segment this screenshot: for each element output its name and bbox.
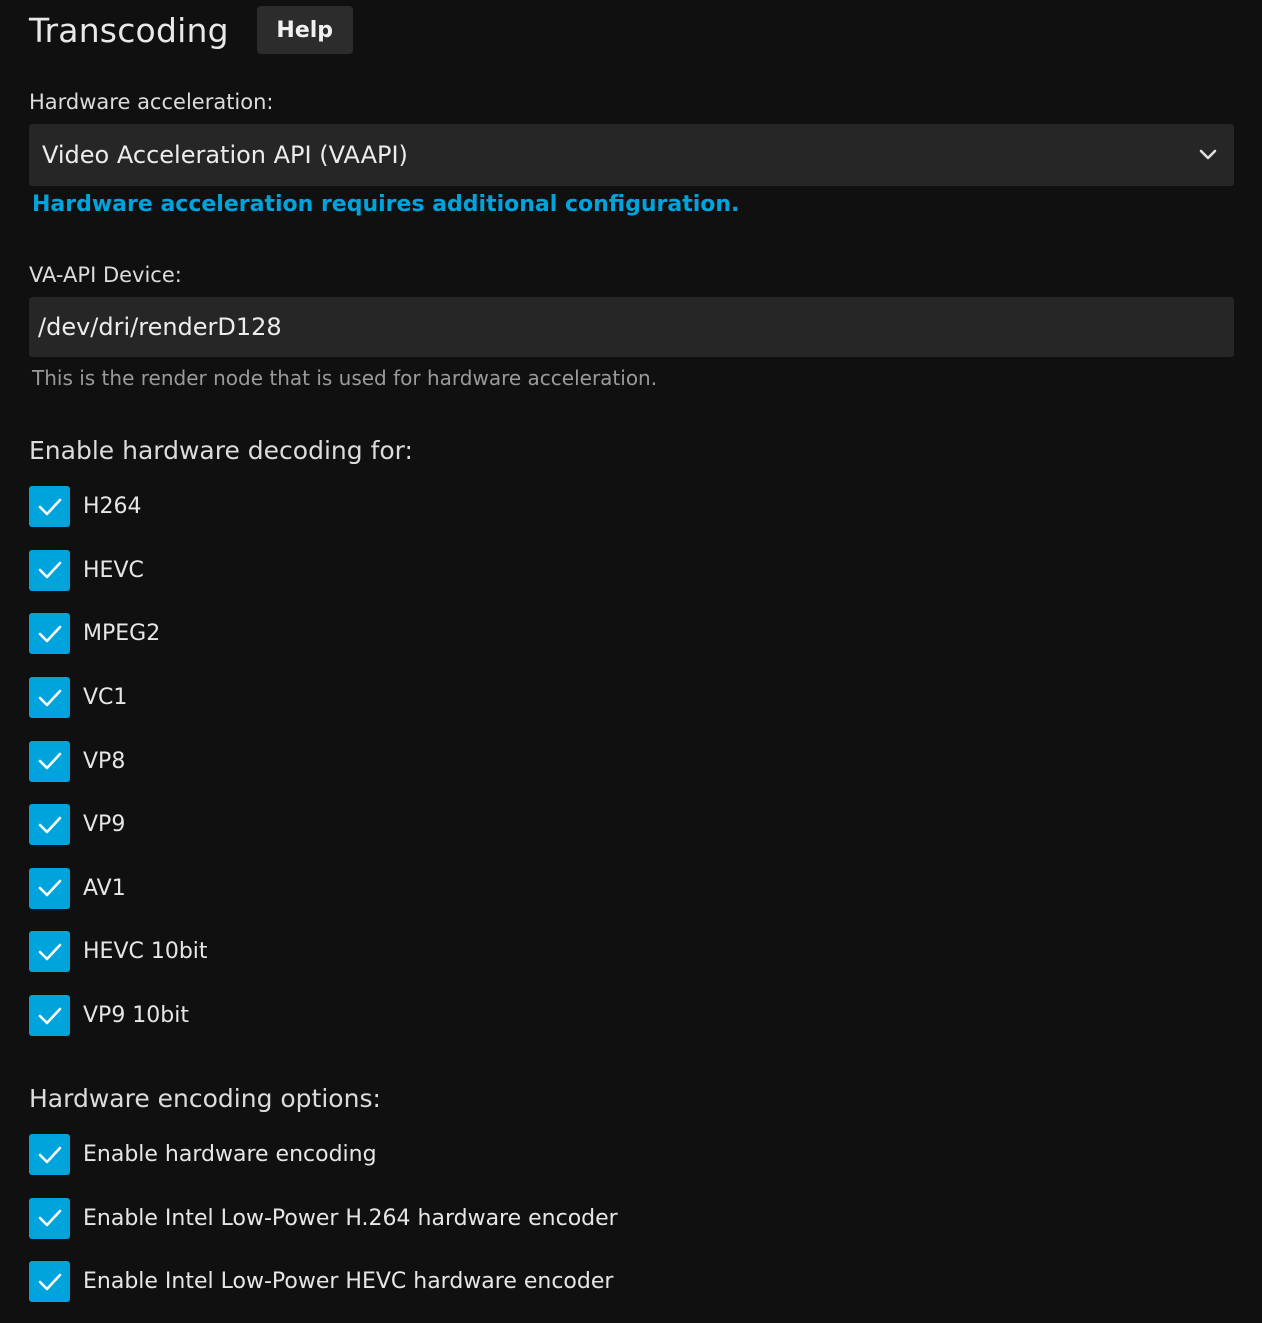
checkbox-label: HEVC xyxy=(83,557,144,583)
check-icon xyxy=(38,689,61,706)
checkbox[interactable] xyxy=(29,867,70,909)
checkbox[interactable] xyxy=(29,1261,70,1303)
decoding-checkbox-hevc[interactable]: HEVC xyxy=(29,539,208,603)
checkbox-label: Enable Intel Low-Power HEVC hardware enc… xyxy=(83,1269,614,1295)
check-icon xyxy=(38,752,61,770)
transcoding-page: Transcoding Help Hardware acceleration: … xyxy=(0,0,1262,1323)
page-header: Transcoding Help xyxy=(29,6,353,54)
decoding-checkbox-av1[interactable]: AV1 xyxy=(29,857,208,921)
decoding-checkbox-mpeg2[interactable]: MPEG2 xyxy=(29,602,208,666)
checkbox-label: VP9 10bit xyxy=(83,1003,190,1029)
hardware-acceleration-config-link[interactable]: Hardware acceleration requires additiona… xyxy=(32,192,739,217)
check-icon xyxy=(38,1273,61,1291)
hardware-acceleration-select[interactable]: Video Acceleration API (VAAPI) xyxy=(29,124,1234,186)
check-icon xyxy=(38,1210,61,1227)
checkbox-label: H264 xyxy=(83,494,142,520)
checkbox[interactable] xyxy=(29,1197,70,1239)
decoding-checkbox-vp9-10bit[interactable]: VP9 10bit xyxy=(29,984,208,1048)
vaapi-device-input[interactable] xyxy=(29,297,1234,357)
checkbox-label: VC1 xyxy=(83,685,128,711)
page-title: Transcoding xyxy=(29,10,229,50)
checkbox-label: VP9 xyxy=(83,812,126,838)
hardware-acceleration-selected-value: Video Acceleration API (VAAPI) xyxy=(42,141,408,169)
vaapi-device-description: This is the render node that is used for… xyxy=(32,366,658,390)
checkbox[interactable] xyxy=(29,613,70,655)
checkbox-label: MPEG2 xyxy=(83,621,161,647)
checkbox[interactable] xyxy=(29,804,70,846)
decoding-checkbox-hevc-10bit[interactable]: HEVC 10bit xyxy=(29,920,208,984)
decoding-checkbox-vp9[interactable]: VP9 xyxy=(29,793,208,857)
decoding-checkbox-vp8[interactable]: VP8 xyxy=(29,729,208,793)
chevron-down-icon xyxy=(1199,149,1217,160)
hardware-acceleration-label: Hardware acceleration: xyxy=(29,90,274,114)
checkbox-label: AV1 xyxy=(83,875,126,901)
vaapi-device-label: VA-API Device: xyxy=(29,263,182,287)
checkbox[interactable] xyxy=(29,1134,70,1176)
checkbox-label: VP8 xyxy=(83,748,126,774)
check-icon xyxy=(38,943,61,961)
checkbox-label: Enable hardware encoding xyxy=(83,1142,377,1168)
checkbox[interactable] xyxy=(29,995,70,1037)
check-icon xyxy=(38,498,61,516)
decoding-section-heading: Enable hardware decoding for: xyxy=(29,436,413,465)
check-icon xyxy=(38,562,61,579)
decoding-checkbox-h264[interactable]: H264 xyxy=(29,475,208,539)
check-icon xyxy=(38,1146,61,1164)
encoding-checkbox-intel-lp-h264[interactable]: Enable Intel Low-Power H.264 hardware en… xyxy=(29,1187,618,1251)
check-icon xyxy=(38,816,61,834)
encoding-checkbox-intel-lp-hevc[interactable]: Enable Intel Low-Power HEVC hardware enc… xyxy=(29,1250,618,1314)
help-button[interactable]: Help xyxy=(256,6,353,54)
check-icon xyxy=(38,1007,61,1024)
encoding-section-heading: Hardware encoding options: xyxy=(29,1084,381,1113)
encoding-checkbox-list: Enable hardware encoding Enable Intel Lo… xyxy=(29,1123,618,1314)
checkbox[interactable] xyxy=(29,549,70,591)
check-icon xyxy=(38,880,61,897)
checkbox[interactable] xyxy=(29,486,70,528)
checkbox-label: HEVC 10bit xyxy=(83,939,208,965)
checkbox[interactable] xyxy=(29,677,70,719)
decoding-checkbox-list: H264 HEVC MPEG2 VC1 VP8 VP9 AV1 HEVC 10b… xyxy=(29,475,208,1047)
check-icon xyxy=(38,625,61,643)
checkbox[interactable] xyxy=(29,740,70,782)
checkbox-label: Enable Intel Low-Power H.264 hardware en… xyxy=(83,1205,618,1231)
checkbox[interactable] xyxy=(29,931,70,973)
decoding-checkbox-vc1[interactable]: VC1 xyxy=(29,666,208,730)
encoding-checkbox-enable-hardware-encoding[interactable]: Enable hardware encoding xyxy=(29,1123,618,1187)
